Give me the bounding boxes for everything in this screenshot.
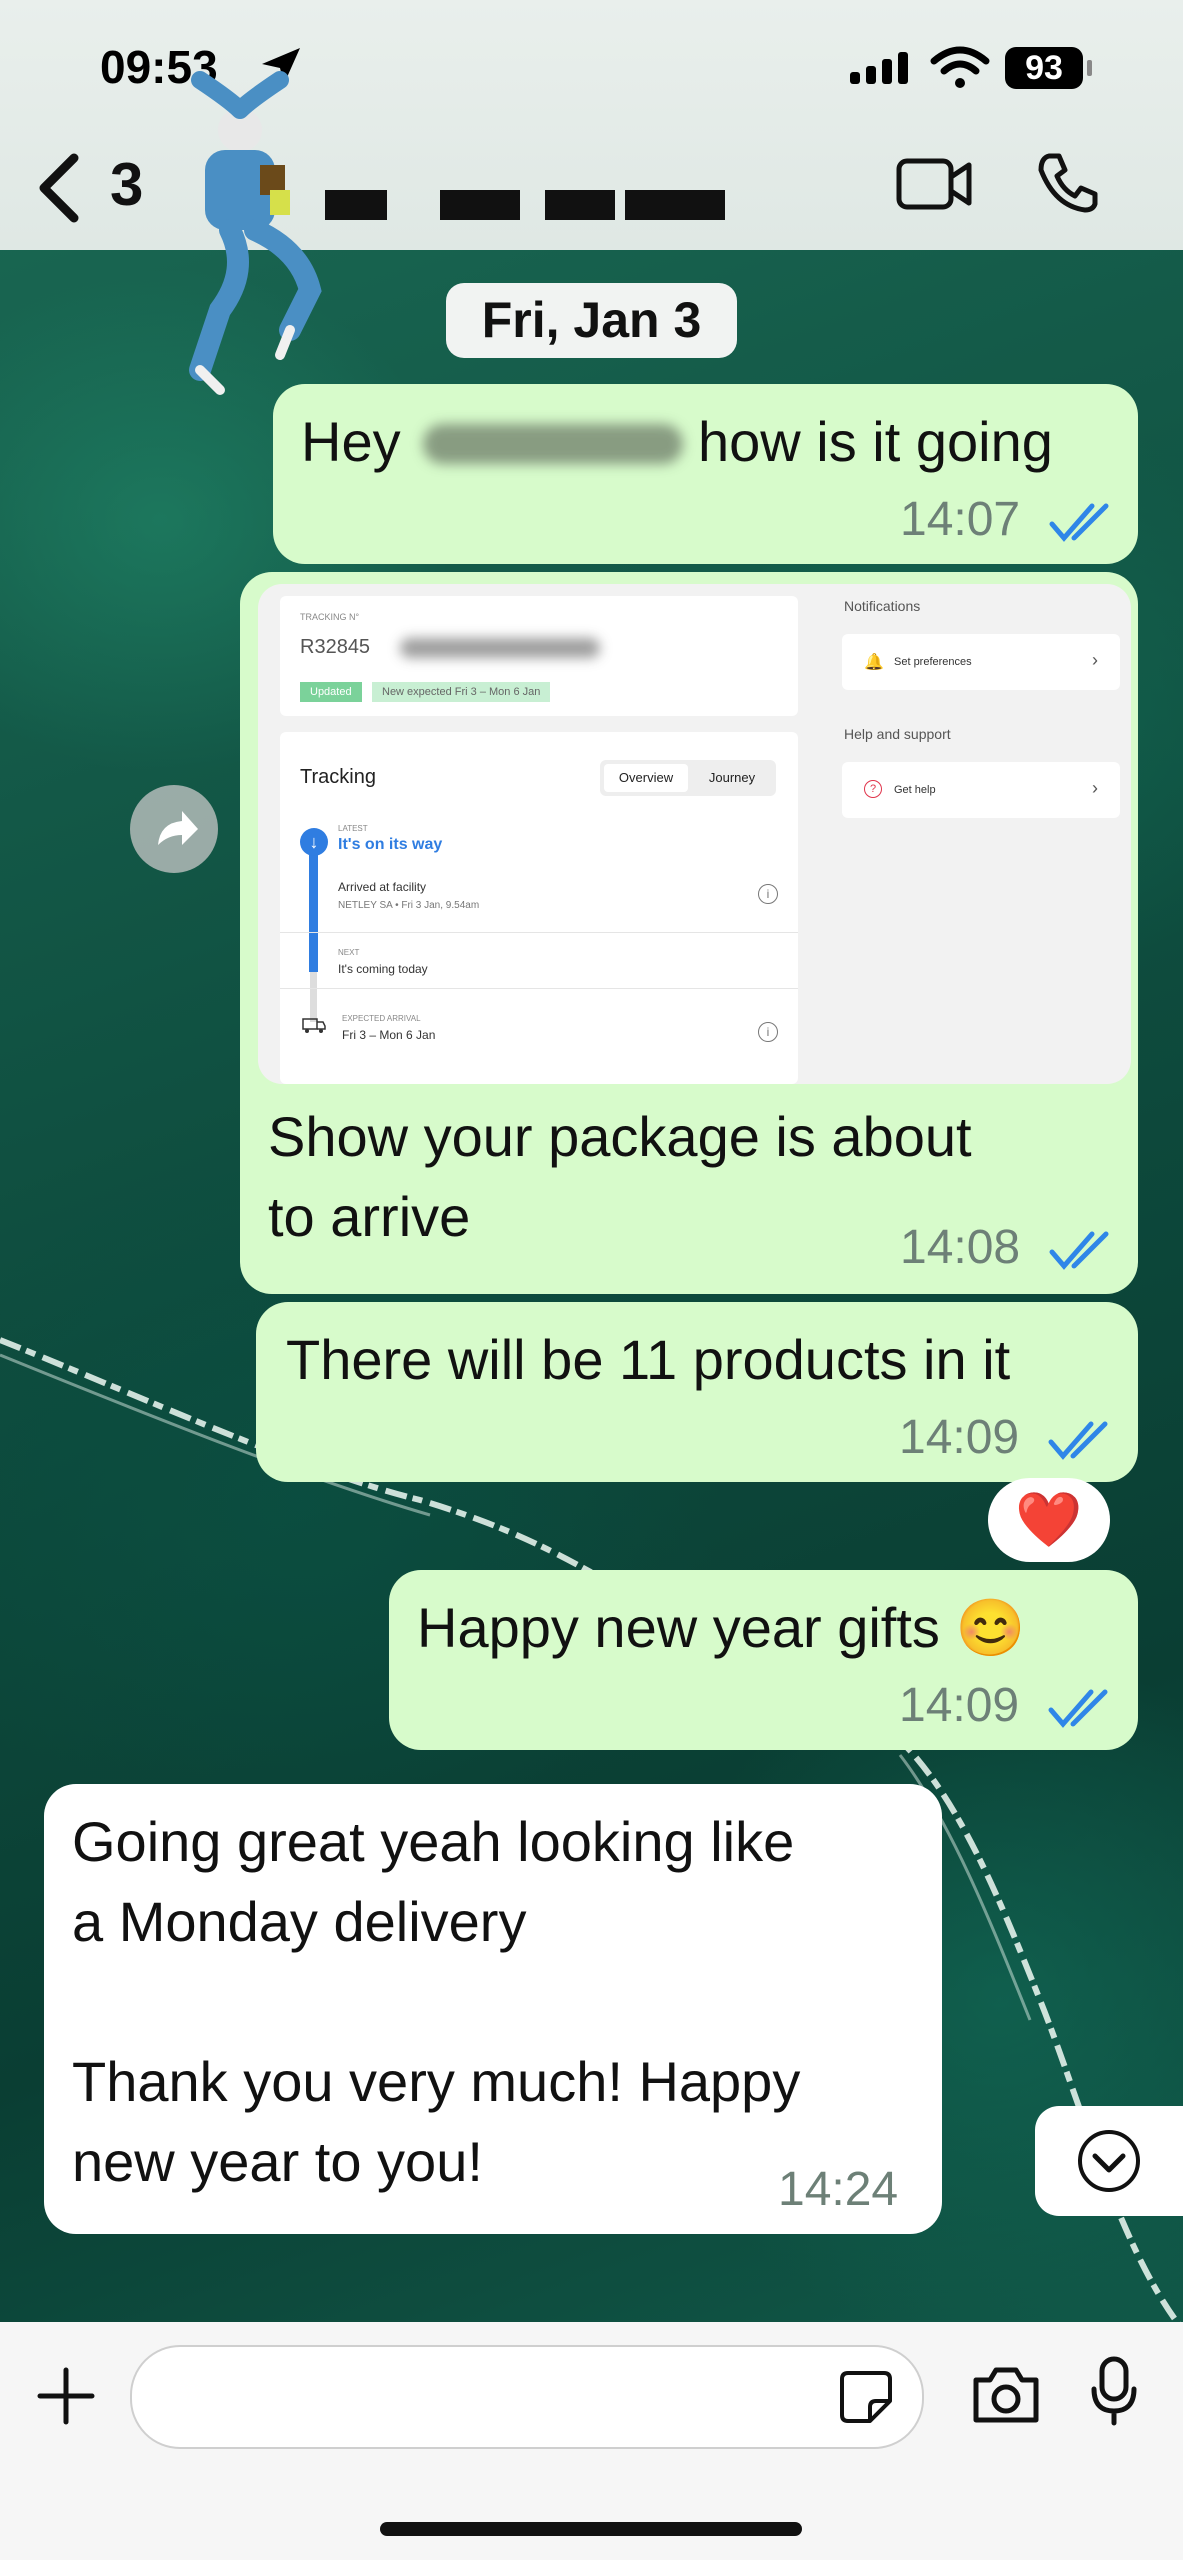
tracking-number: R32845 bbox=[300, 636, 371, 658]
message-time: 14:08 bbox=[900, 1221, 1021, 1274]
read-receipt-icon bbox=[1047, 1418, 1117, 1467]
progress-line-gray bbox=[310, 972, 317, 1022]
camera-icon[interactable] bbox=[970, 2362, 1042, 2431]
tracking-card: Tracking Overview Journey ↓ LATEST It's … bbox=[280, 732, 798, 1084]
new-expected-text: New expected Fri 3 – Mon 6 Jan bbox=[372, 682, 551, 702]
battery-indicator: 93 bbox=[1005, 47, 1083, 89]
info-icon[interactable]: i bbox=[758, 1022, 778, 1042]
read-receipt-icon bbox=[1047, 1686, 1117, 1735]
expected-label: EXPECTED ARRIVAL bbox=[342, 1014, 421, 1023]
redacted-tracking-blur bbox=[400, 638, 600, 658]
tracking-label: TRACKING N° bbox=[300, 612, 360, 622]
updated-badge: Updated bbox=[300, 682, 362, 702]
message-bubble-incoming[interactable]: Going great yeah looking like a Monday d… bbox=[44, 1784, 942, 2234]
truck-icon bbox=[302, 1016, 326, 1039]
date-separator: Fri, Jan 3 bbox=[446, 283, 737, 358]
message-line: new year to you! bbox=[72, 2130, 483, 2193]
message-time: 14:09 bbox=[899, 1411, 1020, 1464]
redacted-name-blur bbox=[423, 424, 683, 464]
bell-icon: 🔔 bbox=[864, 654, 884, 671]
message-line: Thank you very much! Happy bbox=[72, 2050, 801, 2113]
plus-icon[interactable] bbox=[36, 2366, 96, 2431]
redacted-name-block bbox=[440, 190, 520, 220]
video-call-icon[interactable] bbox=[895, 155, 975, 220]
forward-button[interactable] bbox=[130, 785, 218, 873]
wifi-icon bbox=[930, 45, 990, 94]
message-text: There will be 11 products in it bbox=[286, 1328, 1011, 1391]
signal-icon bbox=[850, 50, 916, 95]
divider bbox=[280, 932, 798, 933]
next-status: It's coming today bbox=[338, 962, 428, 976]
tab-journey[interactable]: Journey bbox=[692, 764, 772, 792]
help-title: Help and support bbox=[844, 726, 951, 742]
tracking-number-card: TRACKING N° R32845 Updated New expected … bbox=[280, 596, 798, 716]
scroll-to-bottom-button[interactable] bbox=[1035, 2106, 1183, 2216]
get-help-row[interactable]: ? Get help › bbox=[842, 762, 1120, 818]
chevron-right-icon: › bbox=[1092, 778, 1098, 798]
get-help-label: Get help bbox=[894, 784, 936, 796]
message-time: 14:24 bbox=[778, 2163, 899, 2216]
notifications-title: Notifications bbox=[844, 598, 921, 614]
tab-overview[interactable]: Overview bbox=[604, 764, 688, 792]
read-receipt-icon bbox=[1048, 1228, 1118, 1277]
next-label: NEXT bbox=[338, 948, 360, 957]
tracking-tabs: Overview Journey bbox=[600, 760, 776, 796]
redacted-name-block bbox=[625, 190, 725, 220]
redacted-name-block bbox=[545, 190, 615, 220]
latest-status: It's on its way bbox=[338, 836, 443, 853]
tracking-screenshot-image[interactable]: TRACKING N° R32845 Updated New expected … bbox=[258, 584, 1131, 1084]
battery-tip bbox=[1087, 60, 1092, 76]
question-icon: ? bbox=[864, 780, 882, 798]
heart-reaction[interactable]: ❤️ bbox=[988, 1478, 1110, 1562]
set-preferences-label: Set preferences bbox=[894, 656, 972, 668]
back-chevron-icon[interactable] bbox=[30, 148, 90, 228]
info-icon[interactable]: i bbox=[758, 884, 778, 904]
chevron-right-icon: › bbox=[1092, 650, 1098, 670]
tracking-title: Tracking bbox=[300, 766, 376, 788]
message-time: 14:07 bbox=[900, 493, 1021, 546]
message-bubble-outgoing[interactable]: There will be 11 products in it 14:09 bbox=[256, 1302, 1138, 1482]
message-text-end: how is it going bbox=[698, 410, 1053, 473]
message-caption-line1: Show your package is about bbox=[268, 1105, 972, 1168]
divider bbox=[280, 988, 798, 989]
read-receipt-icon bbox=[1048, 500, 1118, 549]
message-caption-line2: to arrive bbox=[268, 1185, 471, 1248]
expected-value: Fri 3 – Mon 6 Jan bbox=[342, 1028, 436, 1042]
dancing-person-sticker bbox=[160, 70, 380, 430]
message-text-start: Hey bbox=[301, 410, 401, 473]
message-text: Happy new year gifts 😊 bbox=[417, 1596, 1026, 1659]
message-time: 14:09 bbox=[899, 1679, 1020, 1732]
latest-label: LATEST bbox=[338, 824, 368, 833]
arrived-detail: NETLEY SA • Fri 3 Jan, 9.54am bbox=[338, 900, 480, 911]
message-input[interactable] bbox=[130, 2345, 924, 2449]
message-line: a Monday delivery bbox=[72, 1890, 527, 1953]
home-indicator bbox=[380, 2522, 802, 2536]
phone-call-icon[interactable] bbox=[1035, 150, 1099, 219]
message-bubble-outgoing[interactable]: Hey how is it going 14:07 bbox=[273, 384, 1138, 564]
arrived-text: Arrived at facility bbox=[338, 880, 427, 894]
message-line: Going great yeah looking like bbox=[72, 1810, 795, 1873]
message-bubble-outgoing[interactable]: Happy new year gifts 😊 14:09 bbox=[389, 1570, 1138, 1750]
arrow-down-icon: ↓ bbox=[300, 828, 328, 856]
microphone-icon[interactable] bbox=[1090, 2355, 1138, 2432]
contact-name[interactable]: 3 bbox=[110, 150, 143, 219]
set-preferences-row[interactable]: 🔔 Set preferences › bbox=[842, 634, 1120, 690]
sticker-icon[interactable] bbox=[838, 2369, 894, 2430]
